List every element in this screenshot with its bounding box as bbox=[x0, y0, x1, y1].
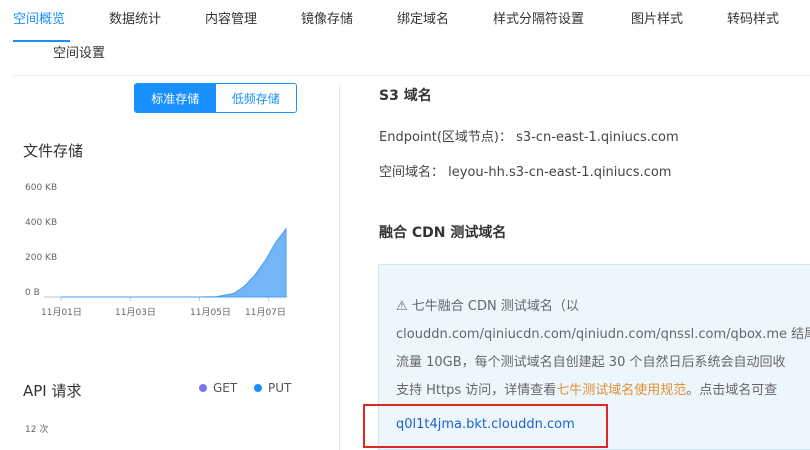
x-tick-nov03: 11月03日 bbox=[115, 308, 156, 318]
tab-space-overview[interactable]: 空间概览 bbox=[13, 8, 65, 27]
tab-content-management[interactable]: 内容管理 bbox=[205, 8, 257, 27]
cdn-test-domain-title: 融合 CDN 测试域名 bbox=[379, 225, 507, 241]
notice-line-2: clouddn.com/qiniucdn.com/qiniudn.com/qns… bbox=[396, 327, 810, 342]
file-storage-area bbox=[61, 227, 287, 298]
s3-domain-title: S3 域名 bbox=[379, 88, 432, 104]
x-tick-nov05: 11月05日 bbox=[190, 308, 231, 318]
api-y-tick-12: 12 次 bbox=[25, 425, 49, 435]
standard-storage-button[interactable]: 标准存储 bbox=[135, 84, 216, 112]
api-requests-title: API 请求 bbox=[23, 382, 82, 400]
storage-type-toggle: 标准存储 低频存储 bbox=[134, 83, 297, 113]
space-tabs: 空间概览 数据统计 内容管理 镜像存储 绑定域名 样式分隔符设置 图片样式 转码… bbox=[0, 0, 810, 76]
space-domain-value: leyou-hh.s3-cn-east-1.qiniucs.com bbox=[448, 165, 672, 180]
test-domain-spec-link[interactable]: 七牛测试域名使用规范 bbox=[556, 383, 686, 398]
tab-image-style[interactable]: 图片样式 bbox=[631, 8, 683, 27]
legend-get[interactable]: GET bbox=[199, 381, 237, 395]
column-divider bbox=[339, 86, 340, 450]
tab-transcode-style[interactable]: 转码样式 bbox=[727, 8, 779, 27]
get-dot-icon bbox=[199, 384, 207, 392]
x-tick-nov07: 11月07日 bbox=[245, 308, 286, 318]
tab-bind-domain[interactable]: 绑定域名 bbox=[397, 8, 449, 27]
tab-space-settings[interactable]: 空间设置 bbox=[53, 42, 105, 61]
endpoint-row: Endpoint(区域节点)： s3-cn-east-1.qiniucs.com bbox=[379, 126, 679, 145]
tabs-divider bbox=[13, 75, 810, 76]
x-tick-nov01: 11月01日 bbox=[41, 308, 82, 318]
space-domain-label: 空间域名： bbox=[379, 165, 445, 180]
infrequent-storage-button[interactable]: 低频存储 bbox=[215, 84, 296, 112]
notice-line-4: 支持 Https 访问，详情查看七牛测试域名使用规范。点击域名可查 bbox=[396, 379, 777, 398]
legend-get-label: GET bbox=[213, 381, 238, 395]
notice-line-4-suffix: 。点击域名可查 bbox=[686, 383, 778, 398]
notice-line-3: 流量 10GB，每个测试域名自创建起 30 个自然日后系统会自动回收 bbox=[396, 355, 786, 370]
notice-line-1: ⚠ 七牛融合 CDN 测试域名（以 bbox=[396, 299, 579, 314]
endpoint-value: s3-cn-east-1.qiniucs.com bbox=[516, 130, 679, 145]
highlight-box bbox=[363, 404, 608, 448]
file-storage-title: 文件存储 bbox=[23, 142, 84, 160]
active-tab-underline bbox=[13, 40, 70, 42]
tab-mirror-storage[interactable]: 镜像存储 bbox=[301, 8, 353, 27]
tab-style-separator[interactable]: 样式分隔符设置 bbox=[493, 8, 584, 27]
notice-line-4-prefix: 支持 Https 访问，详情查看 bbox=[396, 383, 557, 398]
space-domain-row: 空间域名： leyou-hh.s3-cn-east-1.qiniucs.com bbox=[379, 161, 671, 180]
tab-data-statistics[interactable]: 数据统计 bbox=[109, 8, 161, 27]
put-dot-icon bbox=[254, 384, 262, 392]
legend-put[interactable]: PUT bbox=[254, 381, 291, 395]
endpoint-label: Endpoint(区域节点)： bbox=[379, 130, 513, 145]
x-tick-marks bbox=[60, 297, 270, 301]
legend-put-label: PUT bbox=[268, 381, 292, 395]
